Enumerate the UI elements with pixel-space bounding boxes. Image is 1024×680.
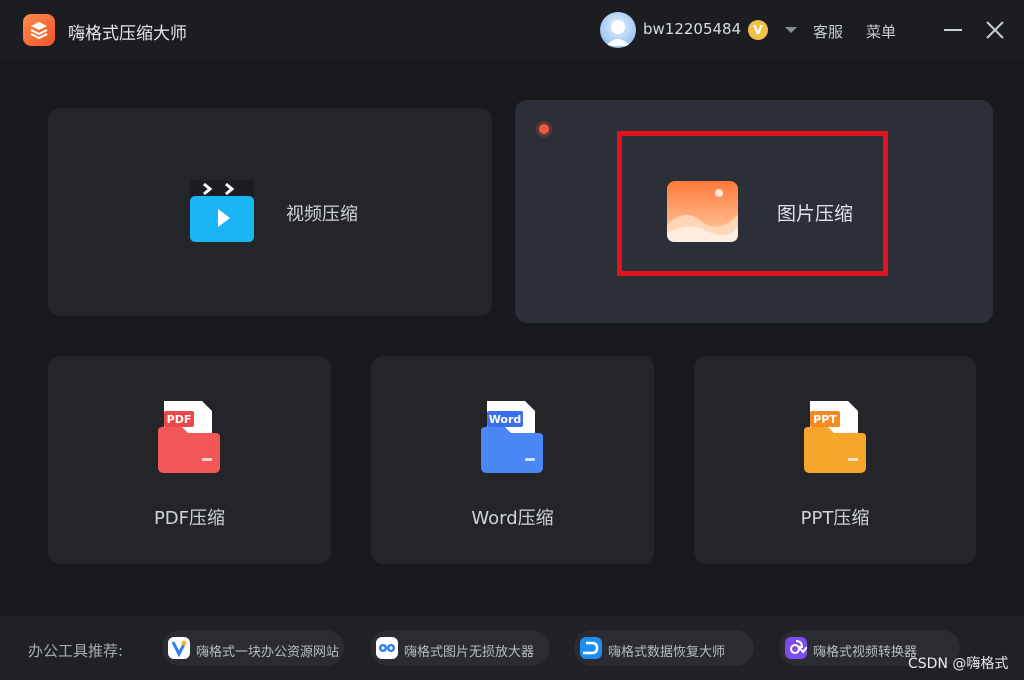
minimize-icon[interactable] <box>944 29 962 31</box>
video-clapper-icon <box>190 180 254 242</box>
word-tag: Word <box>489 413 522 426</box>
video-converter-icon <box>785 637 808 659</box>
ppt-tag: PPT <box>813 413 837 426</box>
username[interactable]: bw12205484 <box>643 20 741 38</box>
ppt-folder-icon: PPT <box>804 401 866 473</box>
data-recovery-icon <box>580 637 602 659</box>
recommend-label: 办公工具推荐: <box>28 642 124 660</box>
vip-badge-icon: V <box>748 20 768 40</box>
customer-service-button[interactable]: 客服 <box>813 21 843 42</box>
recommend-item-label: 嗨格式一块办公资源网站 <box>196 645 340 660</box>
app-logo-icon <box>23 14 55 46</box>
recommend-item-resource-site[interactable]: 嗨格式一块办公资源网站 <box>162 630 344 666</box>
pdf-tag: PDF <box>167 413 192 426</box>
recommend-item-label: 嗨格式数据恢复大师 <box>608 645 726 660</box>
resource-site-icon <box>168 637 190 659</box>
watermark: CSDN @嗨格式 <box>908 656 1009 672</box>
video-compress-card[interactable]: 视频压缩 <box>48 108 492 316</box>
app-title: 嗨格式压缩大师 <box>68 24 187 44</box>
word-folder-icon: Word <box>481 401 543 473</box>
chevron-down-icon[interactable] <box>785 27 797 33</box>
recommend-item-data-recovery[interactable]: 嗨格式数据恢复大师 <box>574 630 754 666</box>
recommend-bar: 办公工具推荐: 嗨格式一块办公资源网站 嗨格式图片无损放大器 嗨格式数据恢复大师… <box>0 616 1024 680</box>
pdf-compress-label: PDF压缩 <box>153 508 226 529</box>
image-compress-card[interactable]: 图片压缩 <box>515 100 993 323</box>
menu-button[interactable]: 菜单 <box>866 21 896 42</box>
pdf-compress-card[interactable]: PDF PDF压缩 <box>48 356 331 564</box>
recommend-item-label: 嗨格式视频转换器 <box>813 645 918 660</box>
recommend-item-label: 嗨格式图片无损放大器 <box>404 645 535 660</box>
avatar[interactable] <box>600 12 636 48</box>
ppt-compress-label: PPT压缩 <box>800 508 870 529</box>
video-compress-label: 视频压缩 <box>286 204 358 225</box>
word-compress-card[interactable]: Word Word压缩 <box>371 356 654 564</box>
image-upscaler-icon <box>376 637 398 659</box>
recommend-item-image-upscaler[interactable]: 嗨格式图片无损放大器 <box>370 630 550 666</box>
image-icon <box>667 181 738 242</box>
notification-dot-icon <box>539 124 549 134</box>
pdf-folder-icon: PDF <box>158 401 220 473</box>
ppt-compress-card[interactable]: PPT PPT压缩 <box>694 356 976 564</box>
title-bar: 嗨格式压缩大师 bw12205484 V 客服 菜单 <box>0 0 1024 60</box>
close-icon[interactable] <box>985 20 1005 40</box>
image-compress-label: 图片压缩 <box>777 203 854 225</box>
word-compress-label: Word压缩 <box>471 508 554 529</box>
